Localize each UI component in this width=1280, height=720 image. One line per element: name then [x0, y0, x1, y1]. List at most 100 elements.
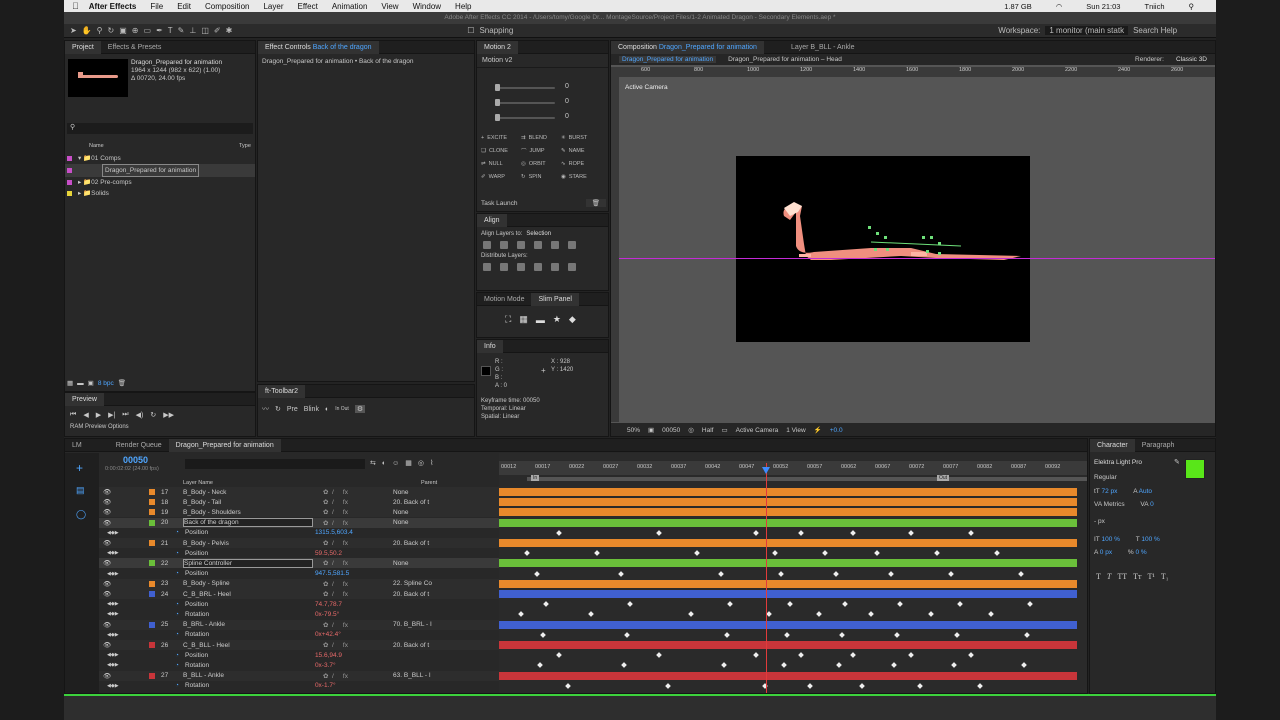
- search-help[interactable]: Search Help: [1133, 26, 1177, 35]
- stopwatch-icon[interactable]: ◔: [175, 682, 179, 689]
- property-value[interactable]: 947.5,581.5: [315, 570, 349, 577]
- project-item-folder[interactable]: ▸ 📁 Solids: [65, 188, 255, 199]
- layer-duration-bar[interactable]: [499, 488, 1077, 496]
- eraser-tool-icon[interactable]: ◫: [201, 26, 209, 35]
- layer-duration-bar[interactable]: [499, 641, 1077, 649]
- layer-row[interactable]: 👁 19 B_Body - Shoulders ✿ / fx None: [99, 507, 499, 518]
- new-comp-icon[interactable]: ▣: [88, 379, 94, 387]
- keyframe-track[interactable]: [499, 549, 1077, 557]
- property-value[interactable]: 0x-1.7°: [315, 682, 336, 689]
- stopwatch-icon[interactable]: ◔: [175, 601, 179, 608]
- property-row[interactable]: ◀◆▶ ◔ Rotation 0x-1.7°: [99, 681, 499, 691]
- vertical-scale-value[interactable]: 100 %: [1101, 536, 1119, 543]
- keyframe[interactable]: [968, 652, 974, 659]
- font-style-select[interactable]: Regular: [1094, 474, 1172, 481]
- in-marker[interactable]: In: [531, 475, 540, 481]
- keyframe[interactable]: [850, 652, 856, 659]
- inout-button[interactable]: In Out: [335, 406, 349, 412]
- font-family-select[interactable]: Elektra Light Pro: [1094, 459, 1172, 466]
- comp-canvas[interactable]: [736, 156, 1030, 342]
- keyframe[interactable]: [822, 550, 828, 557]
- slider-value-3[interactable]: 0: [565, 113, 569, 120]
- layer-duration-bar[interactable]: [499, 559, 1077, 568]
- layer-switches[interactable]: ✿ / fx: [323, 488, 393, 496]
- keyframe-nav-icon[interactable]: ◀◆▶: [107, 611, 135, 617]
- keyframe[interactable]: [556, 529, 562, 536]
- fill-color-swatch[interactable]: [1185, 459, 1205, 479]
- stroke-width-value[interactable]: - px: [1094, 518, 1105, 525]
- ease-slider-3[interactable]: [495, 117, 555, 119]
- layer-name[interactable]: B_BRL - Ankle: [183, 621, 313, 628]
- align-hcenter-icon[interactable]: [500, 241, 508, 249]
- distribute-bottom-icon[interactable]: [517, 263, 525, 271]
- camera-select[interactable]: Active Camera: [736, 427, 779, 434]
- keyframe[interactable]: [656, 529, 662, 536]
- loop-icon[interactable]: ↻: [150, 411, 156, 419]
- reset-icon[interactable]: ↻: [275, 405, 281, 413]
- keyframe[interactable]: [842, 601, 848, 608]
- layer-duration-bar[interactable]: [499, 590, 1077, 598]
- half-circle-icon[interactable]: ◐: [325, 406, 329, 413]
- keyframe[interactable]: [518, 611, 524, 618]
- wiggle-icon[interactable]: 〰: [262, 404, 269, 414]
- visibility-eye-icon[interactable]: 👁: [103, 580, 123, 588]
- tab-motion-mode[interactable]: Motion Mode: [477, 293, 531, 306]
- all-caps-icon[interactable]: TT: [1117, 572, 1127, 581]
- snapping-checkbox[interactable]: ☐: [467, 26, 474, 35]
- zoom-tool-icon[interactable]: ⚲: [97, 26, 103, 35]
- keyframe[interactable]: [540, 631, 546, 638]
- layer-row[interactable]: 👁 27 B_BLL - Ankle ✿ / fx 63. B_BLL - I: [99, 670, 499, 681]
- property-row[interactable]: ◀◆▶ ◔ Position 947.5,581.5: [99, 569, 499, 579]
- keyframe[interactable]: [1027, 601, 1033, 608]
- spotlight-icon[interactable]: ⚲: [1189, 2, 1195, 11]
- keyframe[interactable]: [816, 611, 822, 618]
- layer-duration-bar[interactable]: [499, 579, 1077, 588]
- keyframe-track[interactable]: [499, 600, 1077, 608]
- pan-behind-tool-icon[interactable]: ⊕: [132, 26, 139, 35]
- layer-name[interactable]: B_Body - Shoulders: [183, 509, 313, 516]
- faux-bold-icon[interactable]: T: [1096, 572, 1101, 581]
- keyframe[interactable]: [594, 550, 600, 557]
- label-color-swatch[interactable]: [149, 591, 155, 597]
- keyframe[interactable]: [624, 631, 630, 638]
- tsume-value[interactable]: 0 %: [1136, 549, 1147, 556]
- keyframe[interactable]: [988, 611, 994, 618]
- name-button[interactable]: ✎ NAME: [561, 144, 601, 157]
- layer-parent-select[interactable]: 70. B_BRL - I: [393, 621, 453, 628]
- composition-mini-flowchart-icon[interactable]: ⇆: [370, 459, 376, 467]
- label-color-swatch[interactable]: [149, 642, 155, 648]
- keyframe[interactable]: [1018, 570, 1024, 577]
- col-type-header[interactable]: Type: [239, 143, 251, 149]
- menu-help[interactable]: Help: [455, 2, 471, 11]
- layer-name[interactable]: B_Body - Spline: [183, 580, 313, 587]
- visibility-eye-icon[interactable]: 👁: [103, 559, 123, 567]
- label-color-swatch[interactable]: [149, 621, 155, 628]
- expand-icon[interactable]: ⛶: [505, 314, 511, 325]
- keyframe[interactable]: [894, 631, 900, 638]
- tracking-value[interactable]: 0: [1150, 501, 1154, 508]
- jump-button[interactable]: ⌒ JUMP: [521, 144, 561, 157]
- menu-view[interactable]: View: [381, 2, 398, 11]
- view-select[interactable]: 1 View: [786, 427, 805, 434]
- menu-effect[interactable]: Effect: [298, 2, 318, 11]
- tab-motion[interactable]: Motion 2: [477, 41, 518, 54]
- keyframe-track[interactable]: [499, 610, 1077, 618]
- visibility-eye-icon[interactable]: 👁: [103, 641, 123, 649]
- layer-row[interactable]: 👁 26 C_B_BLL - Heel ✿ / fx 20. Back of t: [99, 640, 499, 650]
- last-frame-icon[interactable]: ⏭: [122, 411, 128, 419]
- distribute-hcenter-icon[interactable]: [551, 263, 559, 271]
- layer-switches[interactable]: ✿ / fx: [323, 559, 393, 567]
- layer-name[interactable]: B_Body - Neck: [183, 489, 313, 496]
- tab-align[interactable]: Align: [477, 214, 507, 227]
- keyframe[interactable]: [534, 570, 540, 577]
- layer-row[interactable]: 👁 23 B_Body - Spline ✿ / fx 22. Spline Co: [99, 578, 499, 589]
- keyframe[interactable]: [787, 601, 793, 608]
- horizontal-scale-value[interactable]: 100 %: [1141, 536, 1159, 543]
- layer-switches[interactable]: ✿ / fx: [323, 498, 393, 506]
- blend-button[interactable]: ⇉ BLEND: [521, 131, 561, 144]
- layer-name[interactable]: Back of the dragon: [183, 518, 313, 528]
- keyframe[interactable]: [524, 550, 530, 557]
- keyframe[interactable]: [721, 662, 727, 669]
- frame-blending-icon[interactable]: ▦: [405, 459, 412, 467]
- subscript-icon[interactable]: T₁: [1161, 572, 1169, 581]
